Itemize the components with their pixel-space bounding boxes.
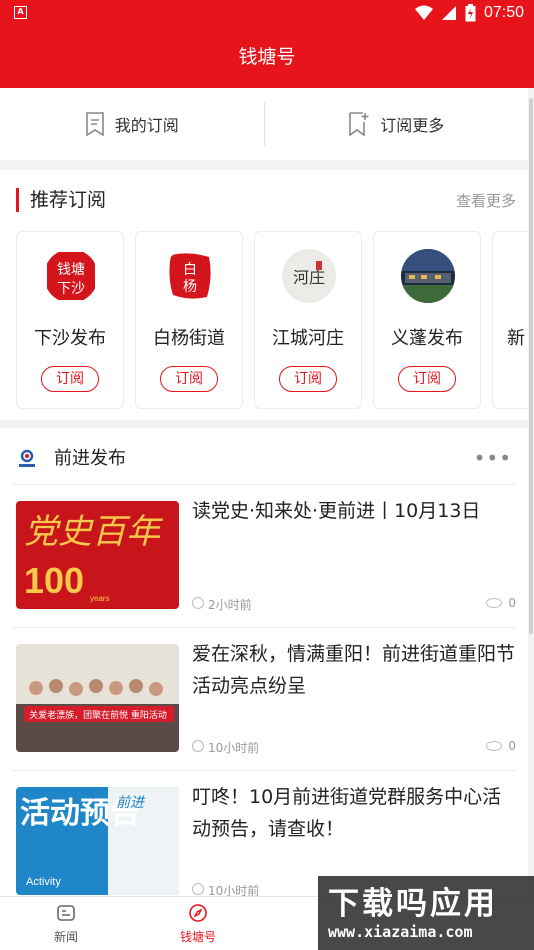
thumbnail-small: years	[90, 594, 110, 603]
my-subscriptions-button[interactable]: 我的订阅	[0, 88, 264, 160]
recommended-header: 推荐订阅 查看更多	[16, 186, 516, 216]
thumbnail-text: 关爱老漂族，团聚在前悦 重阳活动	[29, 709, 167, 721]
site-watermark: 下载吗应用 www.xiazaima.com	[318, 876, 534, 950]
eye-icon	[486, 741, 502, 751]
channel-name: 前进发布	[54, 448, 126, 469]
clock-icon	[192, 597, 204, 609]
nav-qiantang-label: 钱塘号	[179, 930, 216, 944]
page-title: 钱塘号	[0, 26, 534, 88]
status-icons: 07:50	[414, 4, 524, 22]
article-item[interactable]: 党史百年 100 years 读党史·知来处·更前进丨10月13日 2小时前 0	[12, 485, 516, 628]
channel-header: 前进发布 •••	[16, 442, 512, 472]
channel-card-hezhuang[interactable]: 河庄 江城河庄 订阅	[254, 231, 362, 409]
clock: 07:50	[483, 4, 524, 21]
recommended-title: 推荐订阅	[30, 189, 107, 211]
status-bar: A 07:50	[0, 0, 534, 26]
app-notification-icon: A	[14, 6, 27, 19]
nav-qiantang[interactable]: 钱塘号	[132, 897, 264, 950]
yipeng-logo	[401, 249, 455, 303]
bookmark-list-icon	[85, 112, 104, 136]
xiasha-logo: 钱塘 下沙	[44, 249, 98, 303]
my-subscriptions-label: 我的订阅	[114, 116, 179, 135]
subscribe-button[interactable]: 订阅	[398, 366, 456, 392]
channel-card-partial[interactable]: 新	[492, 231, 528, 409]
scrollbar[interactable]	[529, 98, 533, 634]
article-time: 2小时前	[208, 598, 252, 612]
svg-text:白: 白	[183, 262, 197, 278]
article-views: 0	[508, 739, 516, 753]
clock-icon	[192, 883, 204, 895]
compass-icon	[189, 904, 207, 922]
article-item[interactable]: 关爱老漂族，团聚在前悦 重阳活动 爱在深秋，情满重阳！前进街道重阳节活动亮点纷呈…	[12, 628, 516, 771]
signal-icon	[441, 6, 456, 20]
article-thumbnail: 关爱老漂族，团聚在前悦 重阳活动	[16, 644, 179, 752]
channel-card-baiyang[interactable]: 白杨 白杨街道 订阅	[135, 231, 243, 409]
channel-card-xiasha[interactable]: 钱塘下沙 下沙发布 订阅	[16, 231, 124, 409]
channel-name: 下沙发布	[34, 328, 106, 349]
thumbnail-text: 党史百年	[24, 512, 163, 552]
subscription-bar: 我的订阅 订阅更多	[0, 88, 528, 160]
subscribe-more-label: 订阅更多	[380, 116, 445, 135]
qianjin-logo-icon	[19, 449, 35, 467]
article-meta: 10小时前 0	[192, 739, 516, 755]
channel-name: 义蓬发布	[391, 328, 463, 349]
watermark-line2: www.xiazaima.com	[328, 923, 473, 941]
article-thumbnail: 党史百年 100 years	[16, 501, 179, 609]
baiyang-logo: 白杨	[163, 249, 217, 303]
subscribe-button[interactable]: 订阅	[279, 366, 337, 392]
svg-text:河庄: 河庄	[293, 268, 325, 287]
article-meta: 2小时前 0	[192, 596, 516, 612]
battery-icon	[465, 4, 476, 22]
channel-card-yipeng[interactable]: 义蓬发布 订阅	[373, 231, 481, 409]
recommended-section: 推荐订阅 查看更多 钱塘下沙 下沙发布 订阅 白杨 白杨街道 订阅 河庄 江城河…	[0, 170, 528, 420]
subscribe-button[interactable]: 订阅	[41, 366, 99, 392]
channel-name: 白杨街道	[153, 328, 225, 349]
eye-icon	[486, 598, 502, 608]
nav-news-label: 新闻	[53, 930, 78, 944]
more-options-icon[interactable]: •••	[474, 446, 512, 470]
newspaper-icon	[57, 905, 75, 921]
hezhuang-logo: 河庄	[282, 249, 336, 303]
article-title: 读党史·知来处·更前进丨10月13日	[192, 500, 481, 522]
svg-text:钱塘: 钱塘	[57, 262, 85, 278]
watermark-line1: 下载吗应用	[328, 886, 498, 922]
svg-text:杨: 杨	[183, 279, 197, 295]
article-thumbnail: 活动预告 Activity 前进	[16, 787, 179, 895]
clock-icon	[192, 740, 204, 752]
channel-name: 江城河庄	[272, 328, 344, 349]
subscribe-more-button[interactable]: 订阅更多	[265, 88, 529, 160]
article-time: 10小时前	[208, 741, 260, 755]
thumbnail-small: Activity	[26, 876, 61, 888]
wifi-icon	[414, 5, 433, 20]
article-title: 爱在深秋，情满重阳！前进街道重阳节活动亮点纷呈	[192, 643, 516, 697]
recommended-cards: 钱塘下沙 下沙发布 订阅 白杨 白杨街道 订阅 河庄 江城河庄 订阅 义蓬发布 …	[16, 231, 528, 409]
bookmark-add-icon	[349, 112, 369, 136]
channel-name: 新	[507, 328, 525, 349]
svg-text:下沙: 下沙	[57, 281, 85, 297]
subscribe-button[interactable]: 订阅	[160, 366, 218, 392]
thumbnail-tag: 前进	[116, 795, 146, 811]
section-accent-bar	[16, 188, 19, 212]
view-more-link[interactable]: 查看更多	[456, 190, 516, 211]
nav-news[interactable]: 新闻	[0, 897, 132, 950]
channel-feed: 前进发布 ••• 党史百年 100 years 读党史·知来处·更前进丨10月1…	[0, 428, 528, 898]
article-title: 叮咚！10月前进街道党群服务中心活动预告，请查收！	[192, 786, 502, 840]
thumbnail-number: 100	[24, 560, 84, 601]
article-views: 0	[508, 596, 516, 610]
